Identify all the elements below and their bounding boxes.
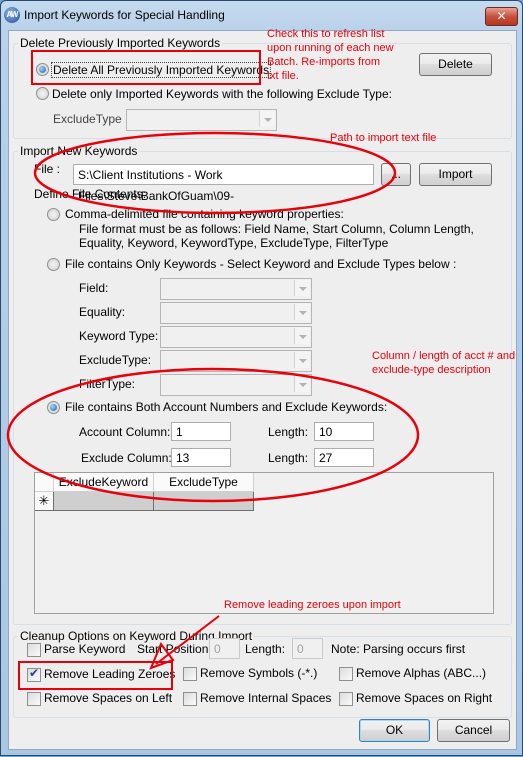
annotation-column-note-2: exclude-type description [372, 364, 491, 376]
parse-length-input[interactable]: 0 [292, 638, 323, 659]
dialog-client-area: Delete Previously Imported Keywords Dele… [8, 30, 517, 750]
remove-internal-spaces-label[interactable]: Remove Internal Spaces [200, 691, 331, 705]
exclude-keywords-grid[interactable]: ExcludeKeyword ExcludeType ✳ [34, 472, 494, 614]
field-label: Field: [79, 281, 109, 295]
account-column-input[interactable]: 1 [171, 422, 231, 441]
annotation-path-note: Path to import text file [330, 132, 437, 144]
annotation-box-delete-all [31, 50, 261, 85]
comma-format-desc-1: File format must be as follows: Field Na… [79, 222, 474, 236]
chevron-down-icon [294, 328, 310, 344]
chevron-down-icon [294, 352, 310, 368]
exclude-type-label: ExcludeType : [53, 112, 129, 126]
chevron-down-icon [294, 280, 310, 296]
import-group-title: Import New Keywords [18, 144, 140, 158]
remove-symbols-checkbox[interactable] [183, 667, 197, 681]
delete-group-title: Delete Previously Imported Keywords [18, 36, 223, 50]
browse-button[interactable]: ... [381, 163, 411, 186]
filter-type-label: FilterType: [79, 377, 136, 391]
parsing-note: Note: Parsing occurs first [331, 642, 466, 656]
comma-delimited-label[interactable]: Comma-delimited file containing keyword … [65, 207, 344, 221]
import-button[interactable]: Import [419, 163, 492, 186]
comma-delimited-radio[interactable] [47, 208, 60, 221]
exclude-length-label: Length: [268, 451, 309, 465]
ok-button[interactable]: OK [359, 719, 430, 742]
account-column-label: Account Column: [79, 425, 171, 439]
annotation-column-note-1: Column / length of acct # and [372, 350, 516, 362]
parse-keyword-label[interactable]: Parse Keyword [44, 642, 125, 656]
keywords-only-radio[interactable] [47, 258, 60, 271]
remove-spaces-right-checkbox[interactable] [339, 692, 353, 706]
grid-header-exclude-keyword[interactable]: ExcludeKeyword [54, 473, 154, 492]
grid-new-row-keyword-cell[interactable] [54, 492, 154, 511]
remove-spaces-left-label[interactable]: Remove Spaces on Left [44, 691, 172, 705]
annotation-refresh-note-2: upon running of each new [267, 42, 394, 54]
start-position-label: Start Position: [137, 642, 212, 656]
account-length-input[interactable]: 10 [314, 422, 374, 441]
exclude-type-combo[interactable] [160, 350, 312, 372]
window-title: Import Keywords for Special Handling [24, 8, 225, 22]
both-account-exclude-label[interactable]: File contains Both Account Numbers and E… [65, 400, 387, 414]
new-row-marker-icon: ✳ [35, 492, 54, 511]
delete-button[interactable]: Delete [419, 53, 492, 76]
keywords-only-label[interactable]: File contains Only Keywords - Select Key… [65, 257, 456, 271]
equality-combo[interactable] [160, 302, 312, 324]
file-path-input[interactable]: S:\Client Institutions - Work Files\Stev… [73, 164, 374, 203]
exclude-column-input[interactable]: 13 [171, 448, 231, 467]
file-label: File : [34, 162, 61, 176]
app-icon: AW [4, 7, 20, 23]
title-bar[interactable]: AW Import Keywords for Special Handling … [1, 1, 522, 29]
chevron-down-icon [294, 376, 310, 392]
account-length-label: Length: [268, 425, 309, 439]
delete-exclude-type-combo[interactable] [126, 109, 277, 131]
remove-internal-spaces-checkbox[interactable] [183, 692, 197, 706]
parse-length-label: Length: [245, 642, 286, 656]
remove-symbols-label[interactable]: Remove Symbols (-*.) [200, 666, 317, 680]
equality-label: Equality: [79, 305, 126, 319]
remove-alphas-checkbox[interactable] [339, 667, 353, 681]
both-account-exclude-radio[interactable] [47, 401, 60, 414]
define-file-contents-label: Define File Contents: [34, 187, 147, 201]
keyword-type-label: Keyword Type: [79, 329, 159, 343]
field-combo[interactable] [160, 278, 312, 300]
remove-alphas-label[interactable]: Remove Alphas (ABC...) [356, 666, 486, 680]
keyword-type-combo[interactable] [160, 326, 312, 348]
grid-new-row-type-cell[interactable] [154, 492, 254, 511]
exclude-length-input[interactable]: 27 [314, 448, 374, 467]
annotation-box-leading-zeroes [18, 661, 173, 690]
chevron-down-icon [294, 304, 310, 320]
annotation-zeroes-note: Remove leading zeroes upon import [224, 599, 401, 611]
delete-by-type-label[interactable]: Delete only Imported Keywords with the f… [52, 87, 392, 101]
close-icon: ✕ [496, 9, 507, 23]
chevron-down-icon [259, 111, 275, 127]
annotation-refresh-note-4: txt file. [267, 70, 299, 82]
remove-spaces-right-label[interactable]: Remove Spaces on Right [356, 691, 492, 705]
annotation-refresh-note-1: Check this to refresh list [267, 28, 385, 40]
exclude-column-label: Exclude Column: [81, 451, 172, 465]
grid-corner-header [35, 473, 54, 492]
remove-spaces-left-checkbox[interactable] [27, 692, 41, 706]
parse-keyword-checkbox[interactable] [27, 643, 41, 657]
cancel-button[interactable]: Cancel [437, 719, 510, 742]
dialog-window: AW Import Keywords for Special Handling … [0, 0, 523, 756]
comma-format-desc-2: Equality, Keyword, KeywordType, ExcludeT… [79, 236, 389, 250]
close-button[interactable]: ✕ [485, 7, 518, 26]
grid-header-exclude-type[interactable]: ExcludeType [154, 473, 254, 492]
annotation-refresh-note-3: Batch. Re-imports from [267, 56, 381, 68]
delete-by-type-radio[interactable] [36, 87, 49, 100]
start-position-input[interactable]: 0 [209, 638, 240, 659]
filter-type-combo[interactable] [160, 374, 312, 396]
exclude-type-combo-label: ExcludeType: [79, 353, 152, 367]
